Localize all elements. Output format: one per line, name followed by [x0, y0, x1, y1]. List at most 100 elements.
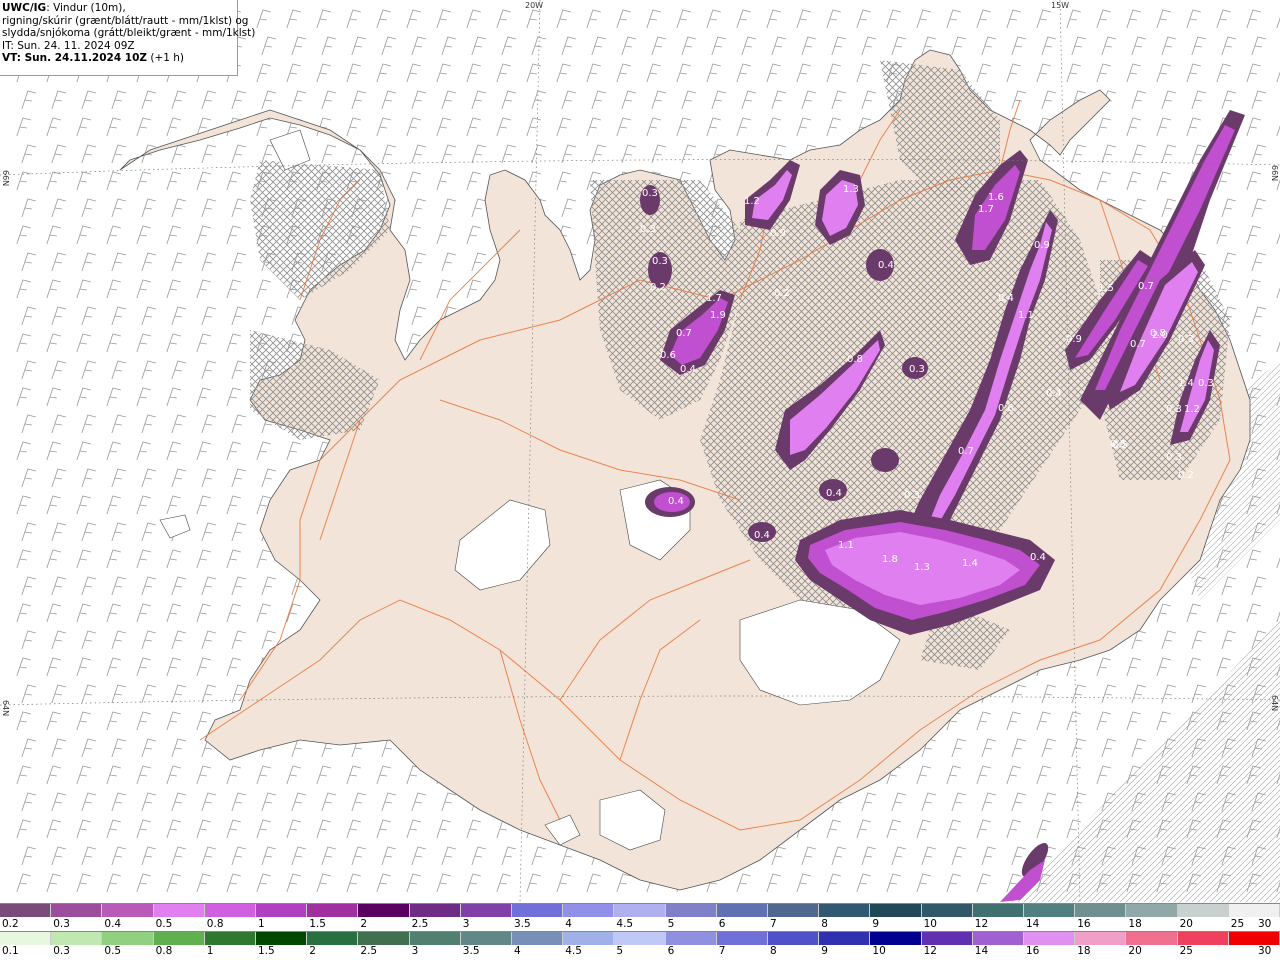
colorbar-swatch [204, 932, 257, 945]
colorbar-label: 2 [360, 918, 368, 930]
precip-value-label: 0.4 [878, 260, 894, 271]
colorbar-swatch [1075, 904, 1127, 917]
precip-value-label: 0.4 [680, 364, 696, 375]
precip-value-label: 1.5 [1098, 283, 1114, 294]
precip-value-label: 0.7 [1130, 339, 1146, 350]
colorbar-label: 18 [1128, 918, 1142, 930]
precip-value-label: 0.5 [1112, 440, 1128, 451]
colorbar-label: 4.5 [565, 945, 582, 957]
precip-value-label: 0.6 [998, 403, 1014, 414]
colorbar-swatch [768, 904, 820, 917]
colorbar-label: 1 [206, 945, 214, 957]
colorbar-label: 3 [462, 918, 470, 930]
lon-label-20w: 20W [525, 1, 543, 10]
colorbar-swatch [563, 904, 615, 917]
colorbar-swatch [665, 932, 717, 945]
colorbar-swatch [256, 932, 308, 945]
colorbar-label: 18 [1077, 945, 1091, 957]
info-line2: rigning/skúrir (grænt/blátt/rautt - mm/1… [2, 14, 249, 27]
colorbar-label: 14 [974, 945, 989, 957]
info-line1: : Vindur (10m), [46, 2, 126, 14]
colorbar-label: 8 [770, 945, 777, 957]
precip-value-label: 0.9 [770, 228, 786, 239]
colorbar-swatch [972, 932, 1025, 945]
colorbar-label: 14 [1026, 918, 1040, 930]
colorbar-label: 30 [1258, 945, 1272, 957]
colorbar-swatch [716, 932, 769, 945]
colorbar-swatch [307, 932, 359, 945]
precip-value-label: 1.2 [1184, 404, 1200, 415]
precip-value-label: 2.0 [1152, 330, 1168, 341]
colorbar-swatch [563, 932, 615, 945]
precip-value-label: 0.4 [1046, 388, 1062, 399]
precip-value-label: 0.2 [650, 282, 666, 293]
colorbar-label: 0.3 [53, 918, 70, 930]
lat-label-64n-left: 64N [1, 700, 10, 716]
colorbar-label: 2 [309, 945, 316, 957]
forecast-map: 20W 15W 66N 64N 66N 64N 0.30.30.30.21.20… [0, 0, 1280, 902]
colorbar-label: 0.8 [155, 945, 173, 957]
colorbar-swatch [1228, 932, 1280, 945]
colorbar-label: 0.3 [53, 945, 70, 957]
precip-value-label: 0.7 [1138, 281, 1154, 292]
precip-value-label: 1.4 [1178, 378, 1194, 389]
colorbar-label: 6 [667, 945, 675, 957]
precip-value-label: 0.3 [642, 188, 658, 199]
colorbar-swatch [1177, 904, 1229, 917]
precip-value-label: 1.6 [988, 192, 1004, 203]
colorbar-label: 10 [872, 945, 886, 957]
colorbar-label: 4 [565, 918, 572, 930]
colorbar-rain-labels: 0.1 0.3 0.5 0.8 1 1.5 2 2.5 3 3.5 4 4.5 5 6 7 8 9 10 12 14 1… [0, 945, 1280, 958]
precip-value-label: 0.4 [754, 530, 770, 541]
colorbar-label: 20 [1179, 918, 1193, 930]
colorbar-swatch [51, 932, 103, 945]
colorbar-swatch [921, 932, 973, 945]
colorbar-label: 2.5 [360, 945, 378, 957]
colorbar-label: 12 [974, 918, 989, 930]
colorbar-swatch [460, 932, 513, 945]
precip-value-label: 0.6 [660, 350, 676, 361]
precip-value-label: 1.1 [838, 540, 854, 551]
colorbar-swatch [102, 932, 154, 945]
precip-value-label: 0.3 [904, 490, 920, 501]
precip-value-label: 0.3 [909, 364, 925, 375]
colorbar-swatch [409, 904, 461, 917]
info-line3: slydda/snjókoma (grátt/bleikt/grænt - mm… [2, 27, 256, 39]
colorbar-swatch [614, 904, 666, 917]
colorbar-label: 20 [1128, 945, 1142, 957]
colorbar-swatch [358, 932, 410, 945]
colorbar-swatch [614, 932, 666, 945]
colorbar-swatch [460, 904, 513, 917]
colorbar-label: 25 [1230, 918, 1245, 930]
colorbar-swatch [102, 904, 154, 917]
valid-time-line: VT: Sun. 24.11.2024 10Z (+1 h) [2, 52, 237, 65]
lat-label-66n-left: 66N [1, 170, 10, 186]
precip-value-label: 0.7 [676, 328, 692, 339]
colorbar-swatch [1177, 932, 1229, 945]
colorbar-label: 8 [821, 918, 828, 930]
colorbar-label: 3 [411, 945, 419, 957]
precip-value-label: 0.4 [668, 496, 684, 507]
colorbar-swatch [921, 904, 973, 917]
colorbar-label: 12 [923, 945, 937, 957]
colorbar-label: 3.5 [514, 918, 531, 930]
colorbar-swatch [1024, 904, 1076, 917]
precip-value-label: 1.2 [744, 196, 760, 207]
lat-label-66n-right: 66N [1270, 165, 1279, 181]
colorbar-label: 7 [718, 945, 726, 957]
colorbar-swatch [1126, 904, 1178, 917]
valid-time-offset: (+1 h) [147, 52, 185, 64]
colorbar-swatch [819, 932, 871, 945]
colorbar-label: 3.5 [462, 945, 480, 957]
colorbar-label: 1.5 [309, 918, 326, 930]
colorbar-swatch [256, 904, 308, 917]
precip-value-label: 0.4 [826, 488, 842, 499]
colorbar-label: 0.2 [2, 918, 19, 930]
precip-value-label: 0.9 [1034, 240, 1050, 251]
colorbar-swatch [409, 932, 461, 945]
lat-label-64n-right: 64N [1270, 695, 1279, 711]
colorbar-swatch [716, 904, 769, 917]
colorbar-swatch [665, 904, 717, 917]
precip-value-label: 0.3 [1178, 334, 1194, 345]
precip-value-label: 0.3 [1198, 378, 1214, 389]
